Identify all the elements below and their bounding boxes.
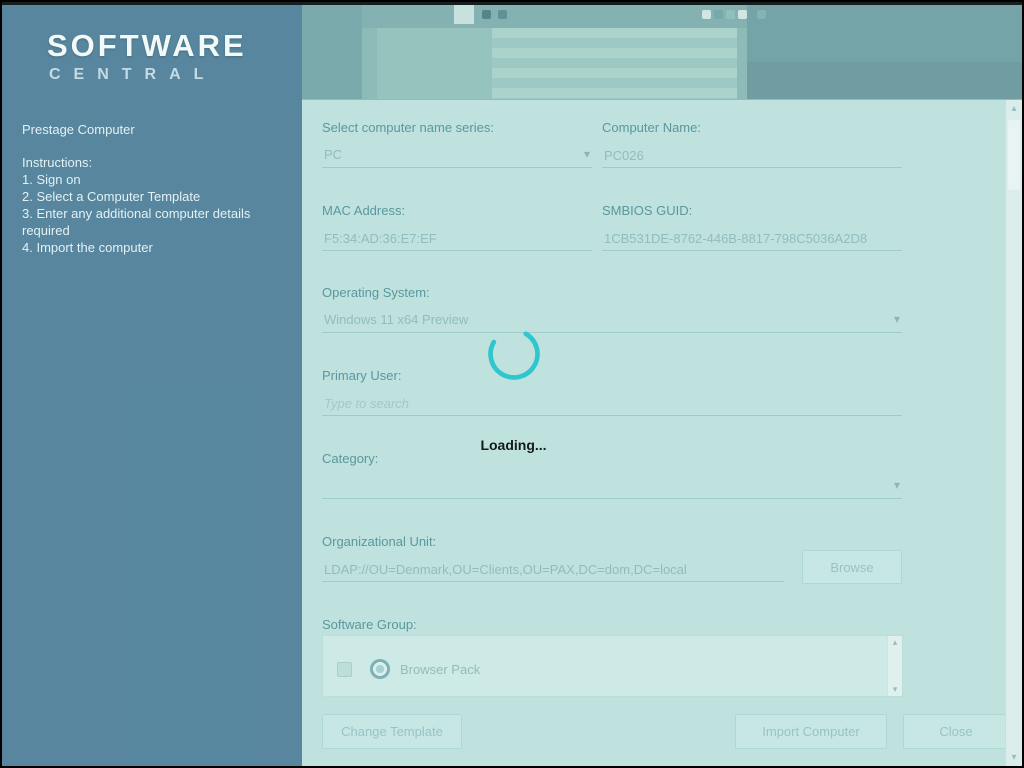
loading-overlay: Loading...: [2, 2, 1022, 766]
loading-text: Loading...: [480, 437, 547, 453]
loading-spinner-icon: [487, 328, 540, 380]
loading-indicator: Loading...: [451, 324, 576, 453]
prestage-computer-window: SOFTWARE CENTRAL Prestage Computer Instr…: [0, 0, 1024, 768]
